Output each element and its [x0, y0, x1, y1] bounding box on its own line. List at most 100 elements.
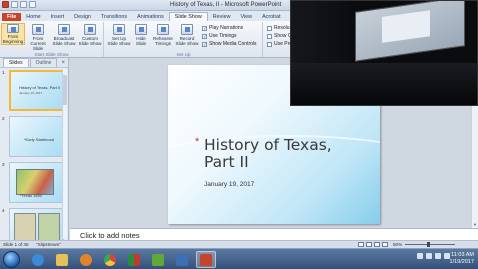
custom-slide-show-button[interactable]: Custom Slide Show	[78, 24, 102, 46]
tab-review[interactable]: Review	[208, 13, 236, 21]
redo-icon[interactable]	[29, 1, 36, 8]
powerpoint-taskbar-button[interactable]	[196, 251, 216, 268]
hide-slide-button[interactable]: Hide Slide	[129, 24, 153, 46]
tab-transitions[interactable]: Transitions	[96, 13, 132, 21]
powerpoint-icon	[200, 253, 212, 266]
thumbnail-subtitle: January 19, 2017	[19, 91, 43, 95]
title-bullet: *	[195, 136, 200, 148]
hide-slide-icon	[135, 24, 147, 35]
monitor-icon	[267, 33, 272, 39]
tab-animations[interactable]: Animations	[132, 13, 169, 21]
webcam-overlay	[290, 0, 478, 106]
system-tray	[417, 253, 450, 259]
speaker-icon[interactable]	[435, 253, 441, 259]
slide-thumbnail-1[interactable]: 1 History of Texas, Part II January 19, …	[2, 70, 64, 111]
tab-file[interactable]: File	[2, 13, 22, 21]
tab-insert[interactable]: Insert	[46, 13, 69, 21]
checkbox-checked: ✓	[202, 33, 207, 39]
quick-access-toolbar	[2, 1, 36, 8]
slide-thumbnail-3[interactable]: 3 *Texas 1850	[2, 162, 64, 203]
normal-view-icon[interactable]	[358, 242, 364, 247]
app-taskbar-button[interactable]	[148, 251, 168, 268]
checkbox-checked: ✓	[202, 41, 207, 47]
network-icon[interactable]	[426, 253, 432, 259]
rehearse-timings-button[interactable]: Rehearse Timings	[151, 24, 175, 46]
folder-taskbar-button[interactable]	[52, 251, 72, 268]
custom-show-label: Custom Slide Show	[78, 36, 102, 47]
scrollbar-thumb[interactable]	[63, 75, 67, 105]
slide-subtitle-date[interactable]: January 19, 2017	[204, 181, 254, 188]
use-timings-label: Use Timings	[209, 33, 237, 39]
taskbar: 11:03 AM 1/19/2017	[0, 248, 478, 269]
thumbnail-image[interactable]: *Early Statehood	[9, 116, 64, 157]
chrome-icon	[104, 253, 116, 266]
group-label: Start Slide Show	[34, 52, 69, 57]
use-timings-checkbox[interactable]: ✓ Use Timings	[202, 33, 237, 39]
from-current-slide-button[interactable]: From Current Slide	[26, 24, 50, 52]
ie-taskbar-button[interactable]	[28, 251, 48, 268]
zoom-slider[interactable]	[405, 242, 455, 247]
rehearse-label: Rehearse Timings	[153, 36, 173, 47]
chrome-taskbar-button[interactable]	[100, 251, 120, 268]
tab-acrobat[interactable]: Acrobat	[257, 13, 286, 21]
from-current-slide-label: From Current Slide	[30, 36, 46, 52]
window-title: History of Texas, II - Microsoft PowerPo…	[170, 2, 282, 8]
panel-scrollbar[interactable]	[62, 69, 67, 239]
reading-view-icon[interactable]	[374, 242, 380, 247]
slide-counter: Slide 1 of 36	[3, 242, 29, 247]
undo-icon[interactable]	[20, 1, 27, 8]
play-narrations-label: Play Narrations	[209, 25, 244, 31]
flag-icon[interactable]	[417, 253, 423, 259]
slide-title[interactable]: History of Texas, Part II	[204, 137, 332, 171]
slideshow-view-icon[interactable]	[382, 242, 388, 247]
start-orb-icon[interactable]	[3, 251, 20, 268]
tab-slide-show[interactable]: Slide Show	[168, 12, 208, 21]
thumbnail-title: *Early Statehood	[24, 137, 55, 142]
texas-map-image	[16, 169, 54, 195]
close-panel-icon[interactable]: ×	[61, 60, 65, 66]
tab-view[interactable]: View	[235, 13, 257, 21]
notes-pane[interactable]: Click to add notes	[70, 228, 478, 240]
tab-outline[interactable]: Outline	[29, 58, 58, 67]
map-image	[38, 213, 60, 243]
app-icon	[176, 253, 188, 266]
clock-date: 1/19/2017	[449, 259, 474, 265]
from-beginning-button[interactable]: From Beginning	[1, 23, 25, 45]
slide-number: 3	[2, 162, 5, 167]
show-media-controls-checkbox[interactable]: ✓ Show Media Controls	[202, 41, 257, 47]
resolution-icon	[267, 25, 272, 31]
custom-show-icon	[84, 24, 96, 35]
play-narrations-checkbox[interactable]: ✓ Play Narrations	[202, 25, 243, 31]
powerpoint-app-icon[interactable]	[2, 1, 9, 8]
record-slide-show-button[interactable]: Record Slide Show	[175, 24, 199, 46]
scroll-down-icon[interactable]: ▼	[473, 222, 477, 227]
slide-thumbnail-2[interactable]: 2 *Early Statehood	[2, 116, 64, 157]
ie-icon	[32, 253, 44, 266]
broadcast-slide-show-button[interactable]: Broadcast Slide Show	[52, 24, 76, 46]
record-label: Record Slide Show	[175, 36, 199, 47]
media-player-taskbar-button[interactable]	[76, 251, 96, 268]
slide-sorter-view-icon[interactable]	[366, 242, 372, 247]
clock[interactable]: 11:03 AM 1/19/2017	[450, 252, 474, 266]
slide-number: 1	[2, 70, 5, 75]
thumbnail-image[interactable]: *Texas 1850	[9, 162, 64, 203]
map-image	[14, 213, 36, 243]
theme-name: "Slipstream"	[36, 242, 61, 247]
save-icon[interactable]	[11, 1, 18, 8]
zoom-level[interactable]: 50%	[393, 242, 402, 247]
from-beginning-label: From Beginning	[2, 33, 24, 44]
slideshow-icon	[7, 24, 19, 33]
setup-icon	[113, 24, 125, 35]
thumbnail-image[interactable]: History of Texas, Part II January 19, 20…	[9, 70, 64, 111]
group-label: Set Up	[176, 52, 191, 57]
set-up-slide-show-button[interactable]: Set Up Slide Show	[107, 24, 131, 46]
tab-slides[interactable]: Slides	[3, 58, 29, 67]
zoom-slider-handle[interactable]	[427, 242, 430, 247]
app-icon	[152, 253, 164, 266]
app-taskbar-button[interactable]	[172, 251, 192, 268]
app-taskbar-button[interactable]	[124, 251, 144, 268]
show-media-controls-label: Show Media Controls	[209, 41, 257, 47]
tab-home[interactable]: Home	[21, 13, 45, 21]
tab-design[interactable]: Design	[69, 13, 96, 21]
media-player-icon	[80, 253, 92, 266]
